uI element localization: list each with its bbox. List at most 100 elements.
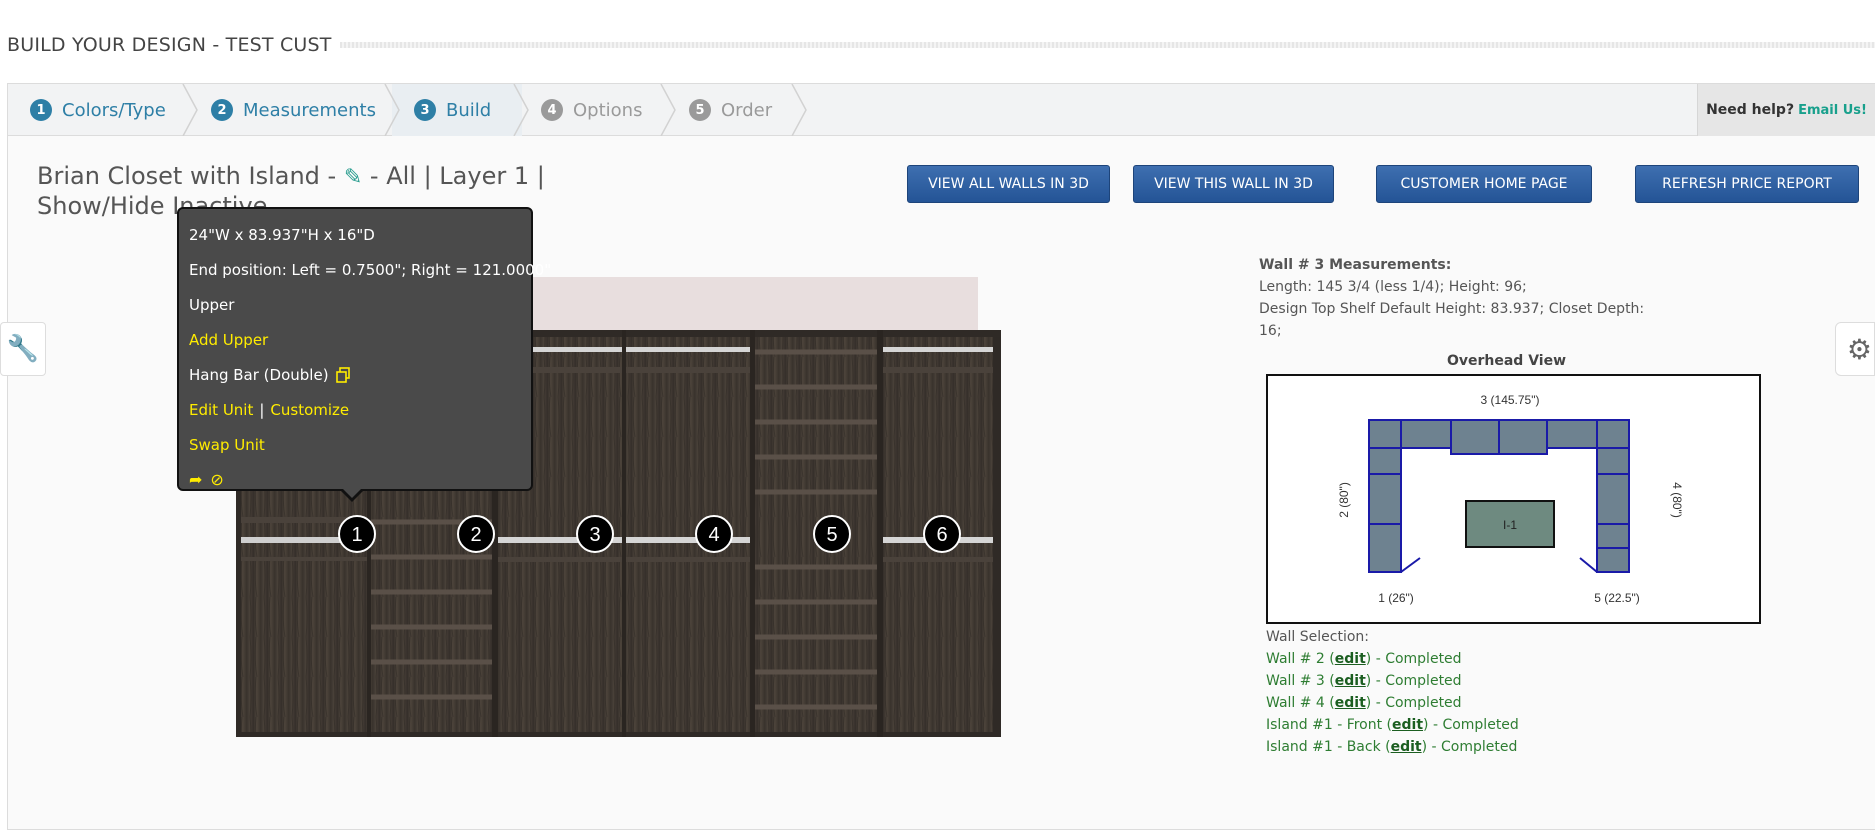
unit-badge-6[interactable]: 6 — [923, 515, 961, 553]
design-name: Brian Closet with Island — [37, 162, 320, 190]
step-number: 3 — [414, 99, 436, 121]
overhead-diagram: I-1 3 (145.75") 2 (80") 4 (80") 1 (26") … — [1337, 393, 1684, 605]
step-number: 2 — [211, 99, 233, 121]
help-question: Need help? — [1706, 102, 1795, 118]
svg-text:3: 3 — [589, 524, 600, 546]
wrench-tool-button[interactable]: 🔧 — [0, 322, 46, 376]
wall-item-label: Wall # 3 ( — [1266, 673, 1335, 689]
builder-frame: 1 Colors/Type 2 Measurements 3 Build 4 O… — [0, 83, 1875, 830]
step-order[interactable]: 5 Order — [689, 84, 772, 136]
hang-bar-label: Hang Bar (Double) — [189, 365, 329, 384]
wall-item-label: Island #1 - Back ( — [1266, 739, 1391, 755]
step-label: Colors/Type — [62, 99, 166, 121]
wall-item: Island #1 - Front (edit) - Completed — [1266, 714, 1519, 736]
unit-popup: 24"W x 83.937"H x 16"D End position: Lef… — [177, 207, 551, 502]
wall-item: Island #1 - Back (edit) - Completed — [1266, 736, 1519, 758]
step-number: 4 — [541, 99, 563, 121]
wall-item-status: ) - Completed — [1421, 739, 1518, 755]
view-all-walls-3d-button[interactable]: VIEW ALL WALLS IN 3D — [907, 165, 1110, 203]
step-label: Build — [446, 99, 492, 121]
wall-item-status: ) - Completed — [1365, 673, 1462, 689]
step-chevron — [791, 84, 807, 136]
svg-text:6: 6 — [936, 524, 947, 546]
help-box: Need help? Email Us! — [1697, 84, 1875, 136]
title-separator: | — [415, 162, 440, 190]
edit-island-front-link[interactable]: edit — [1392, 717, 1423, 733]
step-bar: 1 Colors/Type 2 Measurements 3 Build 4 O… — [8, 84, 1875, 136]
step-colors-type[interactable]: 1 Colors/Type — [30, 84, 166, 136]
wall-item-label: Wall # 2 ( — [1266, 651, 1335, 667]
measurements-line-2: Design Top Shelf Default Height: 83.937;… — [1259, 301, 1645, 339]
wall-item-label: Wall # 4 ( — [1266, 695, 1335, 711]
unit-badge-4[interactable]: 4 — [695, 515, 733, 553]
wall-measurements: Wall # 3 Measurements: Length: 145 3/4 (… — [1259, 254, 1659, 342]
svg-text:5: 5 — [826, 524, 837, 546]
wall-item: Wall # 4 (edit) - Completed — [1266, 692, 1519, 714]
wall-item-status: ) - Completed — [1423, 717, 1519, 733]
unit-badge-1[interactable]: 1 — [338, 515, 376, 553]
popup-pointer — [340, 488, 364, 502]
overhead-top-label: 3 (145.75") — [1481, 393, 1540, 407]
view-this-wall-3d-button[interactable]: VIEW THIS WALL IN 3D — [1133, 165, 1334, 203]
step-number: 5 — [689, 99, 711, 121]
step-label: Options — [573, 99, 643, 121]
refresh-price-report-button[interactable]: REFRESH PRICE REPORT — [1635, 165, 1859, 203]
layer-1-link[interactable]: Layer 1 — [439, 162, 529, 190]
title-separator: - — [319, 162, 344, 190]
step-build[interactable]: 3 Build — [414, 84, 491, 136]
step-measurements[interactable]: 2 Measurements — [211, 84, 376, 136]
svg-text:1: 1 — [351, 524, 362, 546]
popup-section: Upper — [189, 295, 235, 314]
step-chevron — [513, 84, 529, 136]
gear-icon: ⚙ — [1846, 332, 1872, 366]
share-icon[interactable]: ➦ — [189, 470, 202, 489]
step-chevron — [660, 84, 676, 136]
overhead-island[interactable]: I-1 — [1465, 500, 1555, 548]
all-layers-link[interactable]: - All — [362, 162, 416, 190]
svg-text:2: 2 — [470, 524, 481, 546]
edit-island-back-link[interactable]: edit — [1391, 739, 1422, 755]
wrench-icon: 🔧 — [6, 334, 40, 364]
title-separator: | — [529, 162, 545, 190]
svg-text:4: 4 — [708, 524, 719, 546]
disable-icon[interactable]: ⊘ — [210, 470, 223, 489]
swap-unit-link[interactable]: Swap Unit — [189, 436, 265, 454]
edit-wall-2-link[interactable]: edit — [1335, 651, 1366, 667]
step-chevron — [384, 84, 400, 136]
popup-pipe: | — [259, 400, 265, 419]
step-chevron — [182, 84, 198, 136]
measurements-line-1: Length: 145 3/4 (less 1/4); Height: 96; — [1259, 279, 1527, 295]
wall-selection: Wall Selection: Wall # 2 (edit) - Comple… — [1266, 626, 1519, 758]
overhead-left-label: 2 (80") — [1337, 482, 1351, 518]
measurements-heading: Wall # 3 Measurements: — [1259, 257, 1452, 273]
overhead-view-title: Overhead View — [1446, 353, 1567, 369]
unit-badge-2[interactable]: 2 — [457, 515, 495, 553]
settings-tool-button[interactable]: ⚙ — [1835, 322, 1875, 376]
wall-item-status: ) - Completed — [1365, 651, 1462, 667]
unit-badge-5[interactable]: 5 — [813, 515, 851, 553]
step-options[interactable]: 4 Options — [541, 84, 642, 136]
wall-selection-label: Wall Selection: — [1266, 629, 1369, 645]
wall-item: Wall # 3 (edit) - Completed — [1266, 670, 1519, 692]
title-rule — [340, 42, 1875, 48]
step-label: Order — [721, 99, 773, 121]
step-label: Measurements — [243, 99, 376, 121]
email-us-link[interactable]: Email Us! — [1798, 103, 1867, 118]
edit-wall-3-link[interactable]: edit — [1335, 673, 1366, 689]
overhead-right-label: 4 (80") — [1670, 482, 1684, 518]
pencil-icon[interactable]: ✎ — [344, 163, 362, 192]
overhead-bottom-left-label: 1 (26") — [1378, 591, 1414, 605]
wall-item-label: Island #1 - Front ( — [1266, 717, 1393, 733]
unit-badge-3[interactable]: 3 — [576, 515, 614, 553]
copy-icon[interactable] — [335, 366, 351, 383]
page-title: BUILD YOUR DESIGN - TEST CUST — [7, 34, 332, 56]
wall-item: Wall # 2 (edit) - Completed — [1266, 648, 1519, 670]
edit-wall-4-link[interactable]: edit — [1335, 695, 1366, 711]
edit-unit-link[interactable]: Edit Unit — [189, 401, 253, 419]
customize-link[interactable]: Customize — [270, 401, 349, 419]
step-number: 1 — [30, 99, 52, 121]
add-upper-link[interactable]: Add Upper — [189, 331, 268, 349]
customer-home-page-button[interactable]: CUSTOMER HOME PAGE — [1376, 165, 1592, 203]
overhead-view[interactable]: I-1 3 (145.75") 2 (80") 4 (80") 1 (26") … — [1266, 374, 1761, 624]
svg-text:I-1: I-1 — [1503, 518, 1517, 532]
